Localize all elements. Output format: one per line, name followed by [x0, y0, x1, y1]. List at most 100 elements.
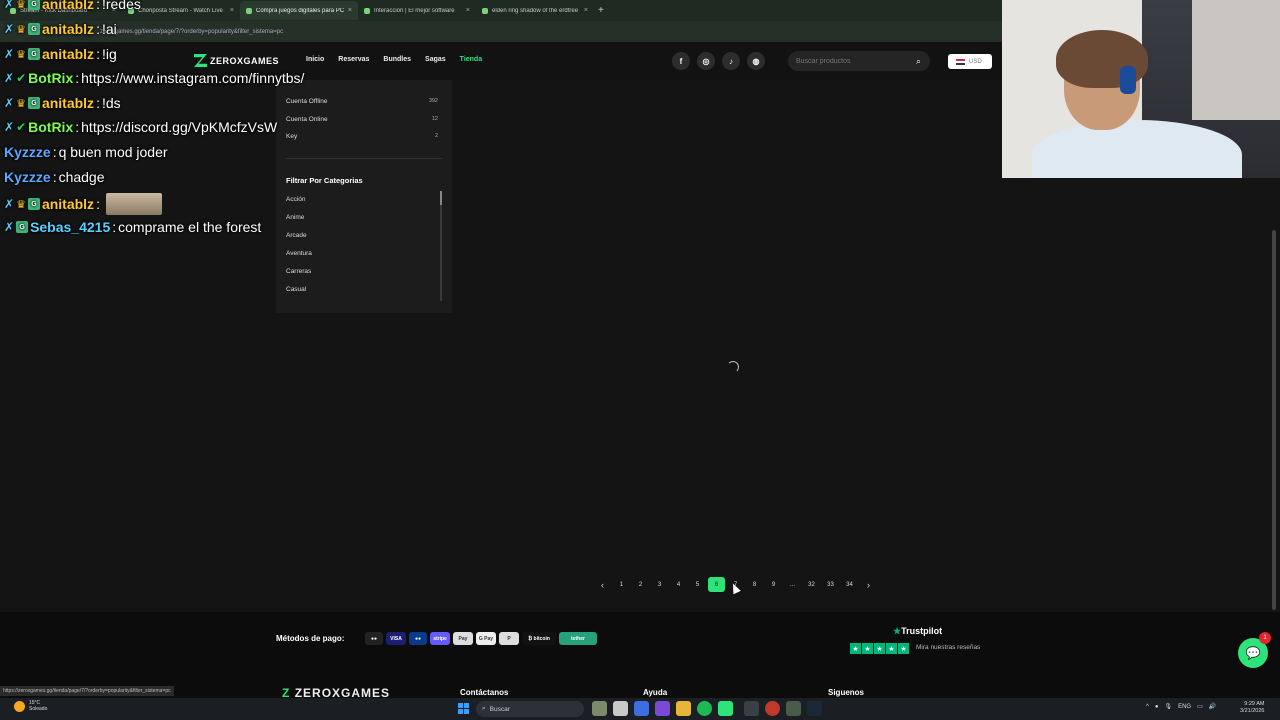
tab-close-icon[interactable]: × [584, 7, 588, 14]
clock-date: 3/21/2026 [1240, 708, 1265, 714]
nav-link-inicio[interactable]: Inicio [306, 56, 324, 63]
chat-separator: : [96, 21, 100, 37]
trustpilot-text: Trustpilot [901, 626, 943, 636]
page-button[interactable]: 32 [803, 577, 820, 592]
browser-tab[interactable]: Interacción | El mejor software × [358, 1, 476, 20]
nav-link-sagas[interactable]: Sagas [425, 56, 446, 63]
page-button[interactable]: 9 [765, 577, 782, 592]
page-button[interactable]: 8 [746, 577, 763, 592]
trustpilot-star-icon: ★ [893, 626, 902, 636]
language-indicator[interactable]: ENG [1178, 704, 1191, 710]
steam-app-icon[interactable] [807, 701, 822, 716]
browser-tab[interactable]: elden ring shadow of the erdtree × [476, 1, 594, 20]
page-button[interactable]: 1 [613, 577, 630, 592]
new-tab-button[interactable]: + [598, 5, 604, 16]
page-button[interactable]: 6 [708, 577, 725, 592]
search-input[interactable] [788, 51, 930, 71]
kick-app-icon[interactable] [718, 701, 733, 716]
taskbar-search-label: Buscar [489, 705, 510, 713]
chat-text: comprame el the forest [118, 219, 262, 235]
filter-option[interactable]: Cuenta Online 12 [286, 116, 438, 123]
weather-desc: Soleado [29, 706, 48, 712]
widgets-app-icon[interactable] [592, 701, 607, 716]
filter-option[interactable]: Key 2 [286, 133, 438, 140]
discord-app-icon[interactable] [655, 701, 670, 716]
footer-follow-heading: Siguenos [828, 688, 865, 697]
page-button[interactable]: 4 [670, 577, 687, 592]
microphone-icon[interactable]: 🎙 [1164, 703, 1172, 710]
chat-username: Kyzzze [4, 169, 51, 185]
reviews-link[interactable]: Mira nuestras reseñas [916, 644, 980, 651]
tray-app-icon[interactable]: ● [1155, 704, 1159, 710]
spotify-app-icon[interactable] [697, 701, 712, 716]
chat-separator: : [52, 169, 57, 185]
facebook-icon[interactable]: f [672, 52, 690, 70]
chat-text: !redes [101, 0, 141, 12]
chat-text: https://discord.gg/VpKMcfzVsW [81, 119, 278, 135]
nav-link-bundles[interactable]: Bundles [383, 56, 411, 63]
crown-badge-icon: ♛ [16, 97, 26, 110]
filter-option[interactable]: Cuenta Offline 392 [286, 98, 438, 105]
chat-separator: : [112, 219, 117, 235]
chat-separator: : [96, 0, 100, 12]
main-nav: Inicio Reservas Bundles Sagas Tienda [306, 56, 482, 63]
sword-badge-icon: ✗ [4, 71, 15, 85]
sword-badge-icon: ✗ [4, 96, 15, 110]
payment-method-icon: ₿ bitcoin [522, 632, 556, 645]
category-item[interactable]: Aventura [286, 250, 312, 257]
category-scroll-thumb[interactable] [440, 191, 442, 205]
chat-emote-image [105, 193, 162, 215]
crown-badge-icon: ♛ [16, 48, 26, 61]
chrome-app-icon[interactable] [634, 701, 649, 716]
sword-badge-icon: ✗ [4, 197, 15, 211]
currency-select[interactable]: USD [948, 54, 992, 69]
tiktok-icon[interactable]: ♪ [722, 52, 740, 70]
trustpilot-logo[interactable]: ★Trustpilot [893, 626, 942, 637]
tab-close-icon[interactable]: × [348, 7, 352, 14]
category-item[interactable]: Carreras [286, 268, 311, 275]
site-footer: Métodos de pago: ●● VISA ●● stripe Pay G Pay P… [0, 612, 1280, 700]
page-button[interactable]: 3 [651, 577, 668, 592]
tab-favicon-icon [364, 7, 370, 14]
page-button[interactable]: 33 [822, 577, 839, 592]
page-scroll-thumb[interactable] [1272, 230, 1276, 610]
chat-message: ✗ ♛ Ganitablz: !redes [4, 0, 141, 12]
volume-icon[interactable]: 🔊 [1209, 703, 1216, 710]
chat-text: chadge [58, 169, 105, 185]
chat-separator: : [96, 46, 100, 62]
sword-badge-icon: ✗ [4, 120, 15, 134]
network-icon[interactable]: ▭ [1197, 703, 1203, 710]
tab-close-icon[interactable]: × [466, 7, 470, 14]
page-button[interactable]: 34 [841, 577, 858, 592]
category-item[interactable]: Casual [286, 286, 306, 293]
page-button[interactable]: 5 [689, 577, 706, 592]
nav-link-tienda[interactable]: Tienda [460, 56, 482, 63]
star-icon: ★ [850, 643, 861, 654]
page-button[interactable]: 2 [632, 577, 649, 592]
weather-widget[interactable]: 15°C Soleado [14, 700, 47, 712]
verified-badge-icon: ✔ [16, 71, 27, 85]
discord-icon[interactable]: ◍ [747, 52, 765, 70]
payment-method-icon: tether [559, 632, 597, 645]
tray-chevron-icon[interactable]: ^ [1146, 704, 1149, 710]
recorder-app-icon[interactable] [765, 701, 780, 716]
webcam-window [1192, 0, 1280, 120]
nav-link-reservas[interactable]: Reservas [338, 56, 369, 63]
taskbar-clock[interactable]: 9:29 AM 3/21/2026 [1240, 701, 1264, 715]
windows-start-icon[interactable] [458, 703, 469, 714]
obs-app-icon[interactable] [744, 701, 759, 716]
prev-page-button[interactable]: ‹ [594, 577, 611, 592]
instagram-icon[interactable]: ◎ [697, 52, 715, 70]
game-app-icon[interactable] [786, 701, 801, 716]
search-icon[interactable]: ⌕ [916, 56, 921, 67]
chat-text: !ds [101, 95, 121, 111]
verified-badge-icon: ✔ [16, 120, 27, 134]
webcam-person-shirt [1032, 120, 1242, 178]
taskbar-search[interactable]: ⌕ Buscar [476, 701, 584, 717]
next-page-button[interactable]: › [860, 577, 877, 592]
tab-title: Interacción | El mejor software [374, 7, 455, 14]
category-scrollbar[interactable] [440, 191, 442, 301]
file-explorer-icon[interactable] [676, 701, 691, 716]
task-view-icon[interactable] [613, 701, 628, 716]
chat-message: Kyzzze: q buen mod joder [4, 144, 168, 160]
